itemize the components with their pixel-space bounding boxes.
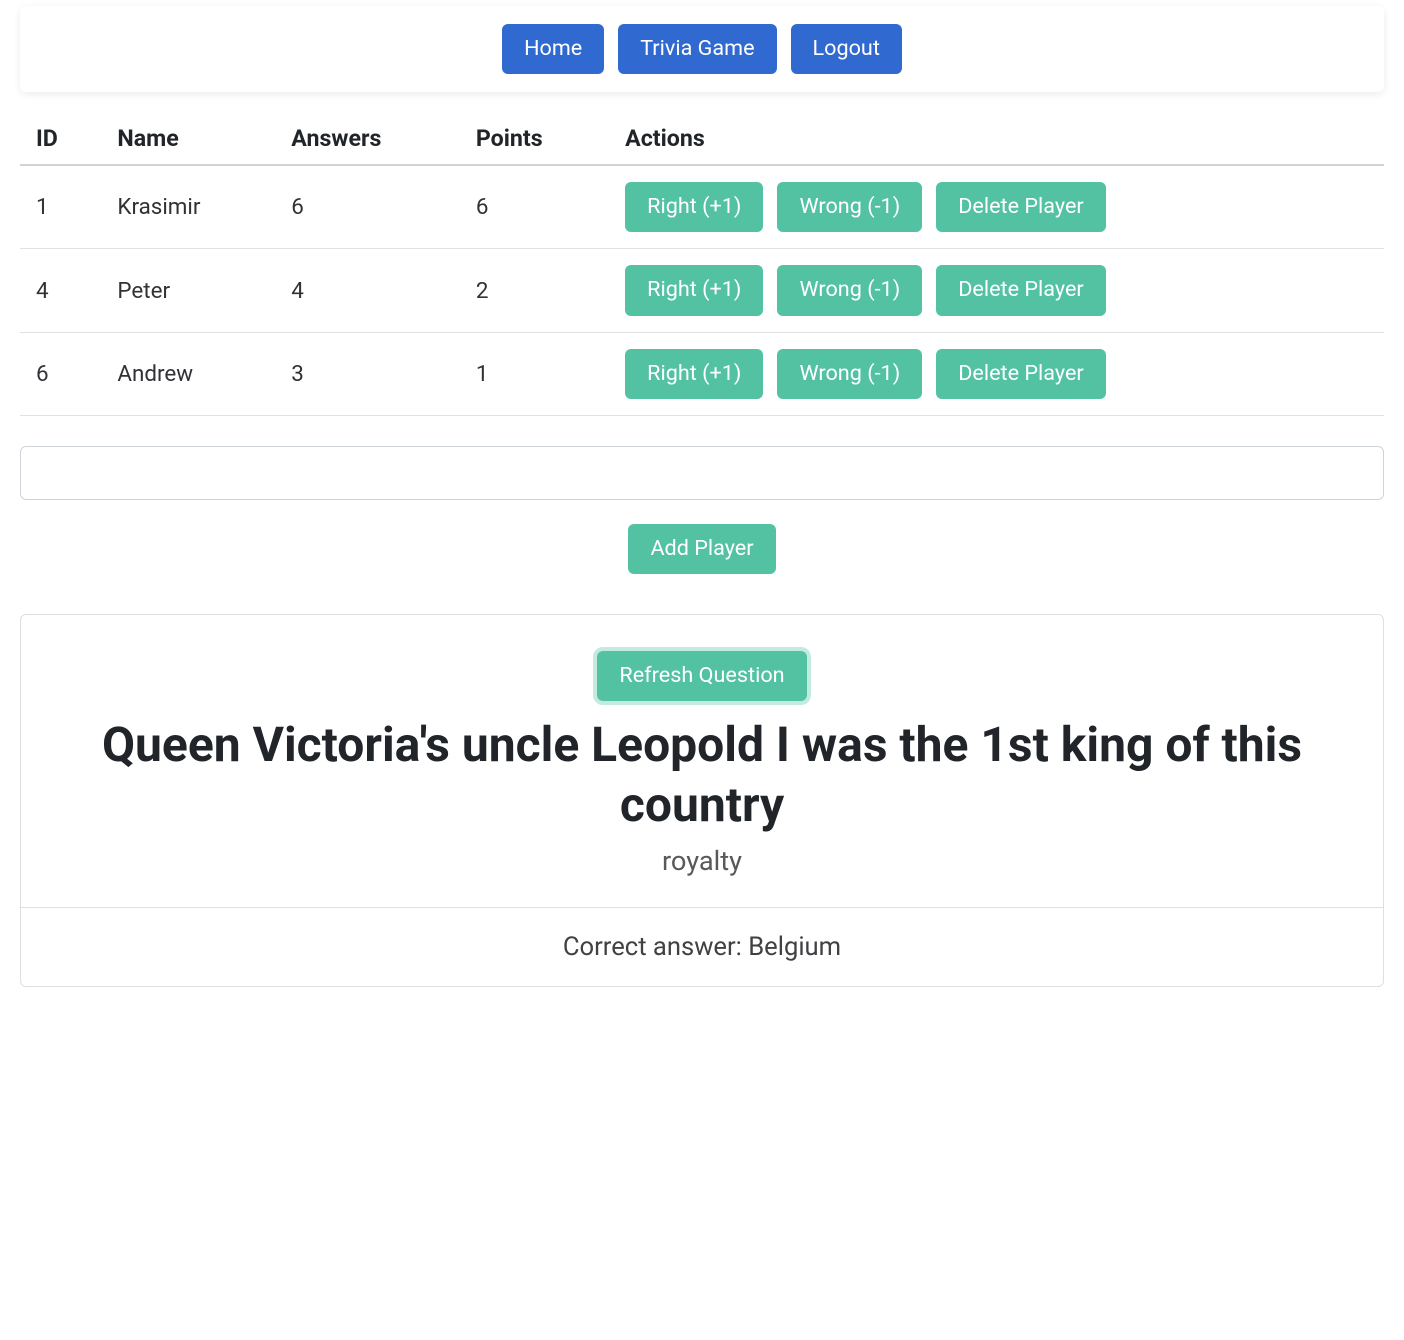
delete-player-button[interactable]: Delete Player [936,349,1106,399]
table-row: 6Andrew31 Right (+1) Wrong (-1) Delete Play… [20,332,1384,415]
nav-home-button[interactable]: Home [502,24,604,74]
question-card: Refresh Question Queen Victoria's uncle … [20,614,1384,987]
cell-actions: Right (+1) Wrong (-1) Delete Player [609,332,1384,415]
cell-answers: 6 [275,165,460,249]
wrong-button[interactable]: Wrong (-1) [777,349,922,399]
right-button[interactable]: Right (+1) [625,265,763,315]
players-table: ID Name Answers Points Actions 1Krasimir… [20,112,1384,416]
header-id: ID [20,112,101,165]
cell-answers: 4 [275,249,460,332]
question-card-footer: Correct answer: Belgium [21,907,1383,986]
cell-actions: Right (+1) Wrong (-1) Delete Player [609,165,1384,249]
question-category: royalty [57,845,1347,877]
header-answers: Answers [275,112,460,165]
wrong-button[interactable]: Wrong (-1) [777,265,922,315]
cell-points: 1 [460,332,609,415]
question-card-body: Refresh Question Queen Victoria's uncle … [21,615,1383,907]
table-row: 1Krasimir66Right (+1)Wrong (-1)Delete Pl… [20,165,1384,249]
add-player-input-wrapper [20,446,1384,500]
cell-id: 1 [20,165,101,249]
cell-actions: Right (+1) Wrong (-1) Delete Player [609,249,1384,332]
cell-points: 6 [460,165,609,249]
cell-points: 2 [460,249,609,332]
question-text: Queen Victoria's uncle Leopold I was the… [57,715,1347,835]
nav-trivia-button[interactable]: Trivia Game [618,24,776,74]
cell-answers: 3 [275,332,460,415]
table-row: 4Peter42Right (+1)Wrong (-1)Delete Playe… [20,249,1384,332]
cell-name: Peter [101,249,275,332]
wrong-button[interactable]: Wrong (-1) [777,182,922,232]
refresh-question-button[interactable]: Refresh Question [597,651,806,701]
navbar: Home Trivia Game Logout [20,6,1384,92]
cell-name: Krasimir [101,165,275,249]
header-actions: Actions [609,112,1384,165]
delete-player-button[interactable]: Delete Player [936,265,1106,315]
table-header-row: ID Name Answers Points Actions [20,112,1384,165]
cell-id: 4 [20,249,101,332]
cell-id: 6 [20,332,101,415]
actions-wrap: Right (+1) Wrong (-1) Delete Player [625,265,1368,315]
right-button[interactable]: Right (+1) [625,182,763,232]
add-player-input[interactable] [20,446,1384,500]
actions-wrap: Right (+1) Wrong (-1) Delete Player [625,182,1368,232]
header-points: Points [460,112,609,165]
cell-name: Andrew [101,332,275,415]
answer-prefix: Correct answer: [563,932,748,962]
add-player-button[interactable]: Add Player [628,524,775,574]
actions-wrap: Right (+1) Wrong (-1) Delete Player [625,349,1368,399]
delete-player-button[interactable]: Delete Player [936,182,1106,232]
add-player-button-wrap: Add Player [20,524,1384,574]
right-button[interactable]: Right (+1) [625,349,763,399]
header-name: Name [101,112,275,165]
answer-value: Belgium [748,932,841,962]
nav-logout-button[interactable]: Logout [791,24,902,74]
